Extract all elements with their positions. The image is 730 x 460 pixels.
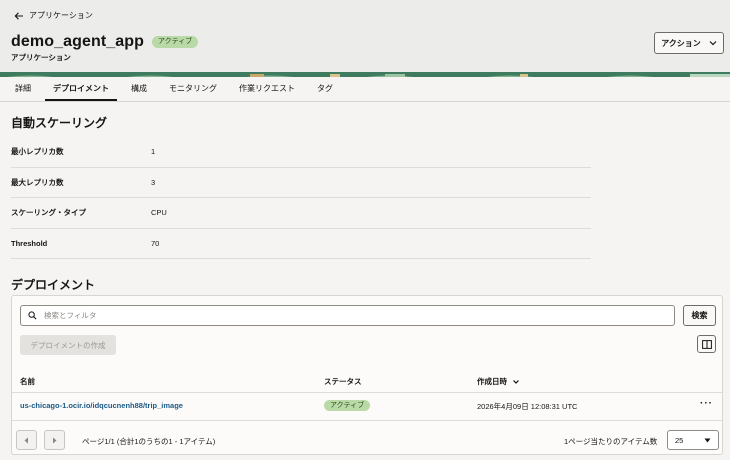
title-row: demo_agent_app アクティブ: [11, 33, 199, 51]
search-box: [20, 305, 675, 326]
table-divider: [12, 392, 722, 393]
autoscaling-details: 最小レプリカ数 1 最大レプリカ数 3 スケーリング・タイプ CPU Thres…: [11, 137, 591, 259]
deployment-name-link[interactable]: us-chicago-1.ocir.io/idqcucnenh88/trip_i…: [20, 401, 183, 410]
detail-value: CPU: [151, 208, 167, 218]
detail-row: 最小レプリカ数 1: [11, 137, 591, 168]
tab-tags[interactable]: タグ: [309, 77, 341, 101]
table-divider: [12, 420, 722, 421]
detail-value: 3: [151, 177, 156, 187]
page-subtitle: アプリケーション: [11, 53, 71, 62]
sort-chevron-down-icon: [513, 379, 519, 384]
search-icon: [28, 311, 37, 320]
row-actions-icon[interactable]: ···: [700, 398, 713, 409]
column-header-created[interactable]: 作成日時: [477, 376, 520, 387]
tab-configuration[interactable]: 構成: [123, 77, 155, 101]
arrow-left-icon: [14, 11, 23, 20]
caret-down-icon: [704, 438, 711, 442]
create-deployment-button[interactable]: デプロイメントの作成: [20, 335, 116, 355]
column-header-status: ステータス: [324, 377, 362, 386]
items-per-page-select[interactable]: 25: [667, 430, 719, 450]
caret-left-icon: [24, 437, 28, 443]
column-settings-button[interactable]: [697, 335, 716, 353]
actions-button-label: アクション: [661, 38, 701, 48]
column-header-created-label: 作成日時: [477, 377, 507, 386]
detail-key: 最大レプリカ数: [11, 177, 64, 187]
row-created-date: 2026年4月09日 12:08:31 UTC: [477, 402, 578, 411]
items-per-page-label: 1ページ当たりのアイテム数: [564, 437, 658, 446]
tab-work-requests[interactable]: 作業リクエスト: [231, 77, 303, 101]
page-header: アプリケーション demo_agent_app アクティブ アプリケーション ア…: [0, 0, 730, 72]
detail-value: 70: [151, 238, 160, 248]
page-title: demo_agent_app: [11, 33, 144, 50]
detail-row: スケーリング・タイプ CPU: [11, 198, 591, 229]
column-header-name: 名前: [20, 377, 35, 386]
status-badge: アクティブ: [152, 36, 199, 48]
pagination-text: ページ1/1 (合計1のうちの1 - 1アイテム): [82, 437, 216, 446]
detail-value: 1: [151, 147, 156, 157]
items-per-page-value: 25: [675, 435, 684, 445]
detail-key: 最小レプリカ数: [11, 147, 64, 157]
detail-key: Threshold: [11, 238, 48, 248]
columns-icon: [701, 339, 712, 349]
actions-button[interactable]: アクション: [654, 32, 724, 54]
tab-monitoring[interactable]: モニタリング: [161, 77, 225, 101]
tab-deployments[interactable]: デプロイメント: [45, 77, 117, 101]
row-status-badge: アクティブ: [324, 400, 371, 411]
chevron-down-icon: [709, 41, 717, 46]
next-page-button[interactable]: [44, 430, 65, 450]
caret-right-icon: [53, 437, 57, 443]
autoscaling-title: 自動スケーリング: [11, 116, 108, 130]
prev-page-button[interactable]: [16, 430, 37, 450]
search-button[interactable]: 検索: [683, 305, 716, 326]
detail-row: 最大レプリカ数 3: [11, 168, 591, 198]
search-input[interactable]: [44, 311, 644, 320]
tab-details[interactable]: 詳細: [11, 77, 39, 101]
detail-row: Threshold 70: [11, 229, 591, 259]
tab-bar: 詳細 デプロイメント 構成 モニタリング 作業リクエスト タグ: [0, 77, 730, 102]
deployments-panel: 検索 デプロイメントの作成 名前 ステータス 作成日時 us-chicago-1…: [11, 295, 723, 455]
back-link-label: アプリケーション: [29, 11, 93, 20]
back-link[interactable]: アプリケーション: [14, 10, 93, 21]
detail-key: スケーリング・タイプ: [11, 208, 86, 218]
deployments-title: デプロイメント: [11, 278, 96, 292]
